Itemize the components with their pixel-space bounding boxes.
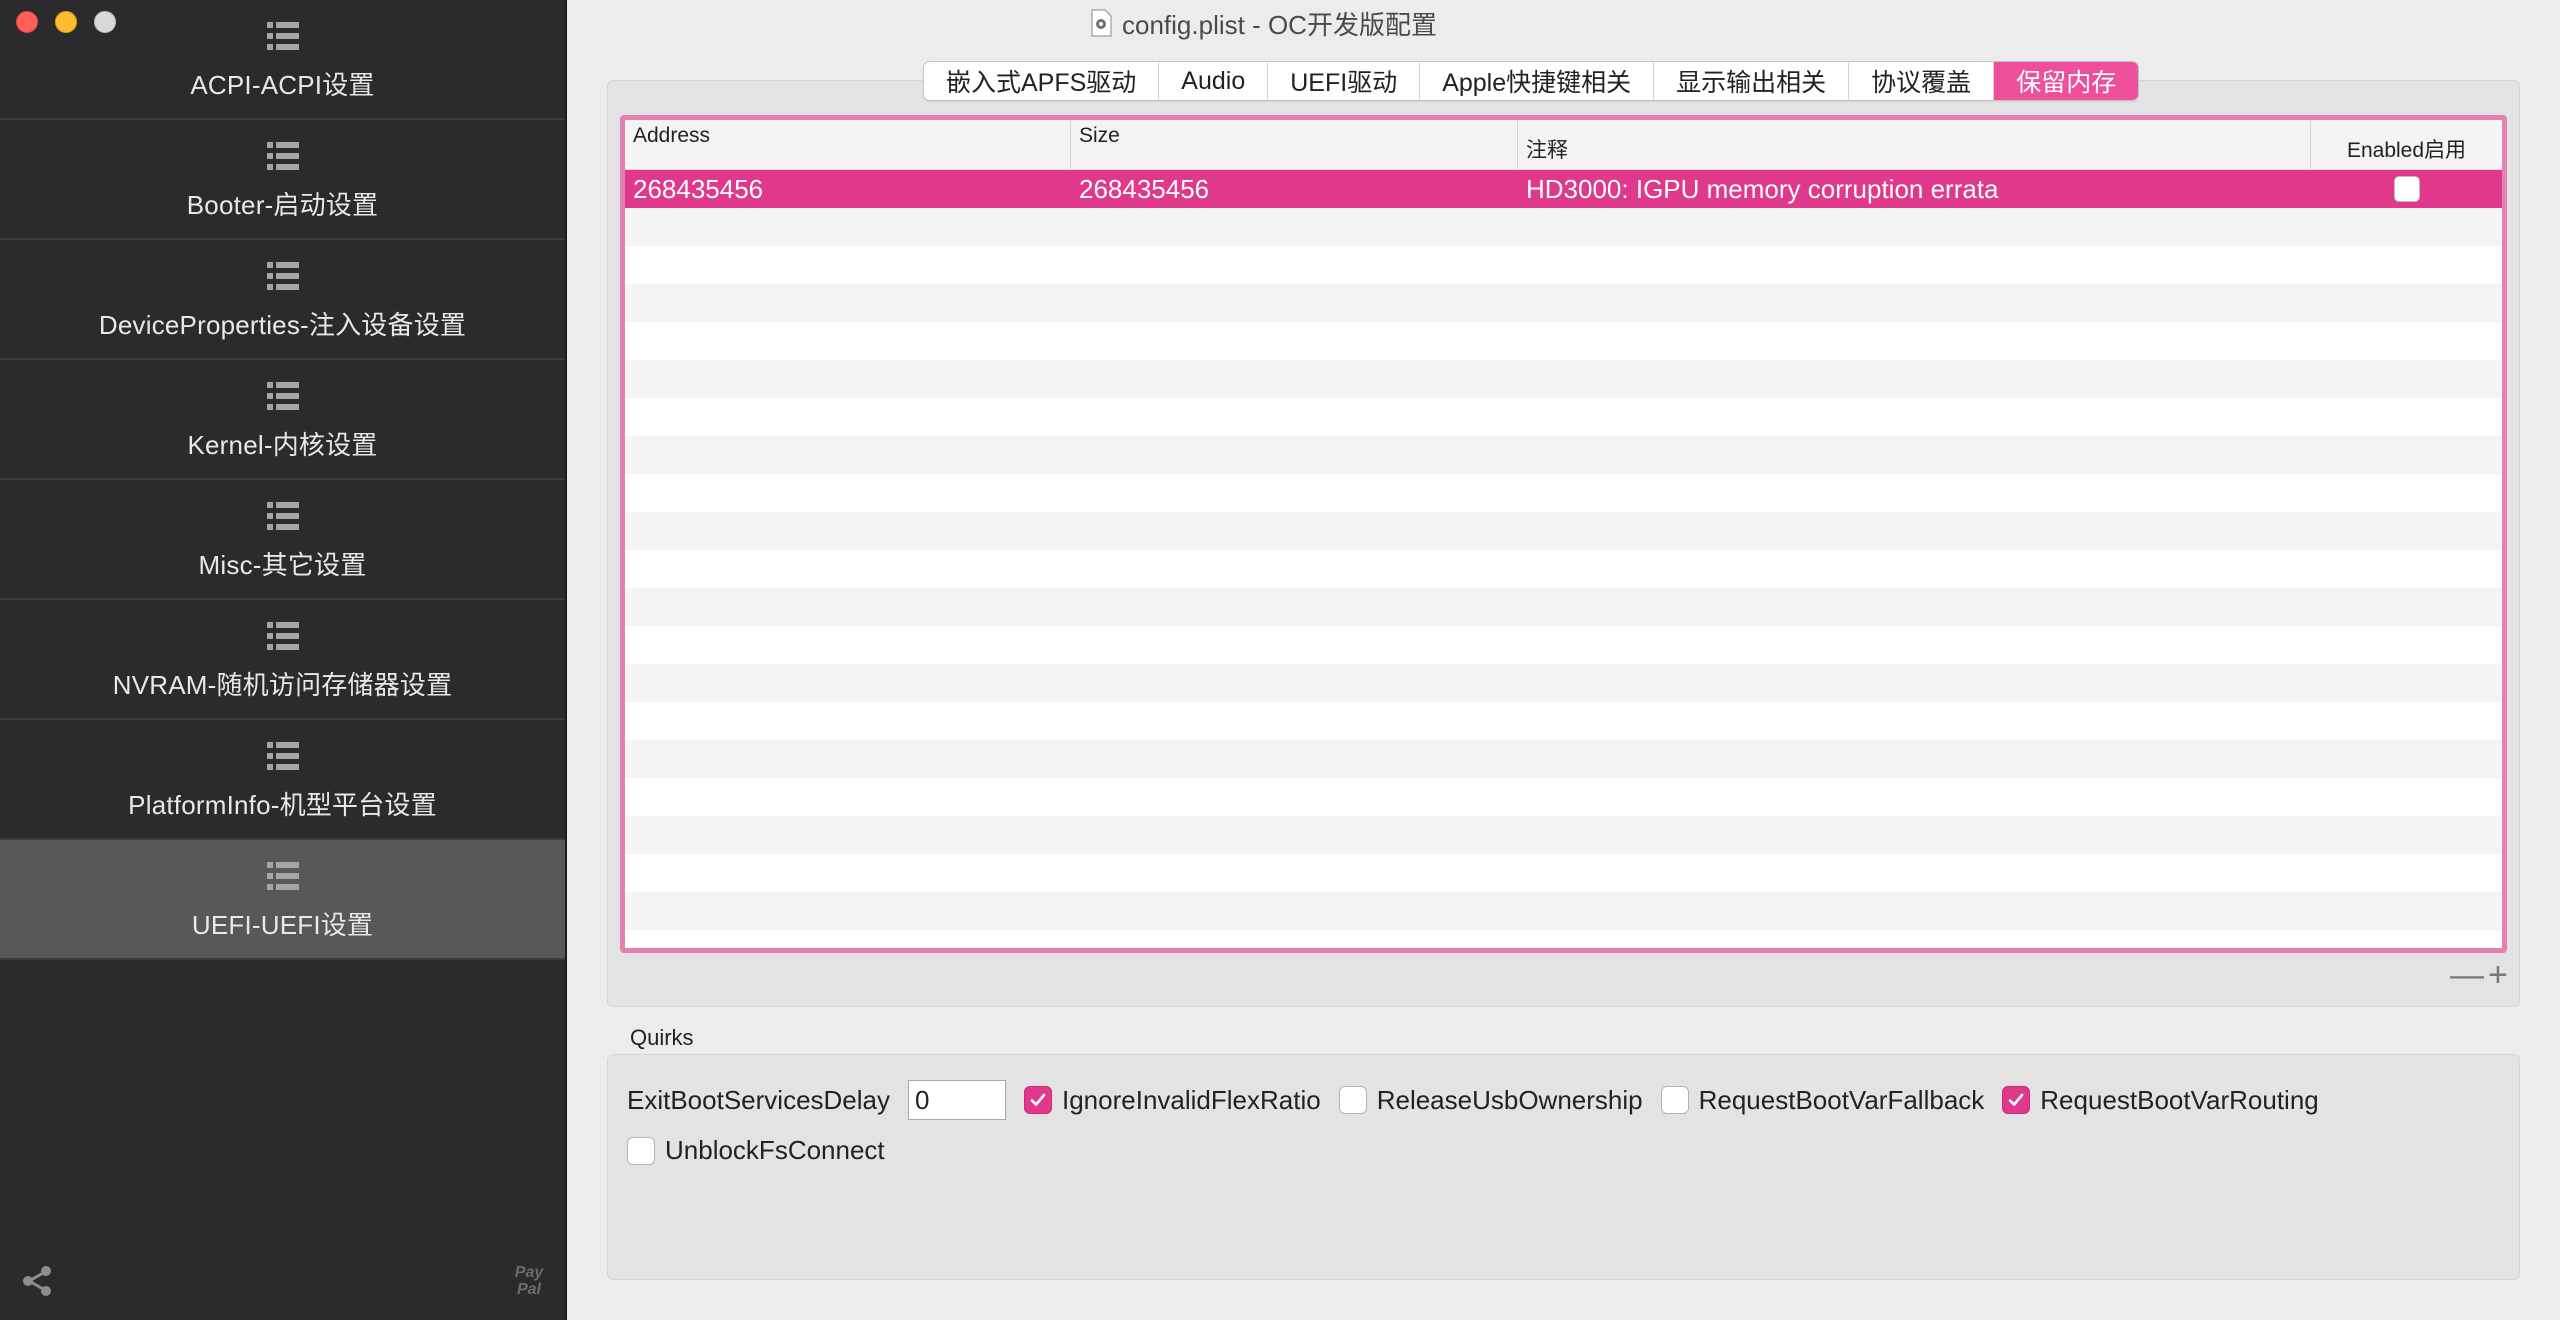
sidebar-item-kernel[interactable]: Kernel-内核设置: [0, 360, 565, 480]
empty-row: [625, 664, 2502, 702]
sidebar-item-label: Kernel-内核设置: [187, 430, 378, 460]
column-header-enabled[interactable]: Enabled启用: [2311, 120, 2502, 169]
tab-protocols[interactable]: 协议覆盖: [1849, 62, 1995, 100]
sidebar-item-booter[interactable]: Booter-启动设置: [0, 120, 565, 240]
list-icon: [266, 502, 299, 530]
close-window-button[interactable]: [16, 11, 38, 33]
window-title-text: config.plist - OC开发版配置: [1122, 9, 1437, 40]
empty-row: [625, 816, 2502, 854]
empty-row: [625, 512, 2502, 550]
request-boot-var-fallback-label: RequestBootVarFallback: [1698, 1084, 1985, 1115]
sidebar-item-label: PlatformInfo-机型平台设置: [128, 790, 437, 820]
empty-row: [625, 550, 2502, 588]
sidebar-item-label: Booter-启动设置: [186, 190, 379, 220]
tab-bar: 嵌入式APFS驱动 Audio UEFI驱动 Apple快捷键相关 显示输出相关…: [923, 61, 2140, 101]
list-icon: [266, 262, 299, 290]
sidebar-item-uefi[interactable]: UEFI-UEFI设置: [0, 840, 565, 960]
quirks-row-1: ExitBootServicesDelay IgnoreInvalidFlexR…: [627, 1080, 2319, 1120]
ignore-invalid-flex-ratio-label: IgnoreInvalidFlexRatio: [1062, 1084, 1321, 1115]
sidebar-item-platforminfo[interactable]: PlatformInfo-机型平台设置: [0, 720, 565, 840]
cell-address[interactable]: 268435456: [625, 170, 1071, 208]
empty-row: [625, 322, 2502, 360]
plist-file-icon: [1091, 9, 1112, 37]
quirks-row-2: UnblockFsConnect: [627, 1135, 885, 1166]
request-boot-var-routing-label: RequestBootVarRouting: [2040, 1084, 2319, 1115]
tab-uefi-drivers[interactable]: UEFI驱动: [1268, 62, 1421, 100]
ignore-invalid-flex-ratio-checkbox[interactable]: [1024, 1086, 1052, 1114]
table-row[interactable]: 268435456 268435456 HD3000: IGPU memory …: [625, 170, 2502, 208]
list-icon: [266, 22, 299, 50]
exit-boot-services-delay-label: ExitBootServicesDelay: [627, 1084, 890, 1115]
sidebar-item-label: Misc-其它设置: [198, 550, 367, 580]
empty-row: [625, 284, 2502, 322]
request-boot-var-fallback-checkbox[interactable]: [1660, 1086, 1689, 1114]
table-body: 268435456 268435456 HD3000: IGPU memory …: [625, 170, 2502, 930]
column-header-address[interactable]: Address: [625, 120, 1071, 169]
tab-output[interactable]: 显示输出相关: [1654, 62, 1850, 100]
empty-row: [625, 588, 2502, 626]
cell-enabled: [2311, 170, 2502, 208]
share-icon[interactable]: [20, 1264, 54, 1298]
empty-row: [625, 208, 2502, 246]
sidebar-nav: ACPI-ACPI设置 Booter-启动设置 DeviceProperties…: [0, 0, 565, 960]
minimize-window-button[interactable]: [55, 11, 77, 33]
empty-row: [625, 360, 2502, 398]
zoom-window-button[interactable]: [94, 11, 116, 33]
empty-row: [625, 702, 2502, 740]
empty-row: [625, 778, 2502, 816]
empty-row: [625, 474, 2502, 512]
add-row-button[interactable]: +: [2488, 958, 2508, 992]
quirks-title: Quirks: [630, 1025, 694, 1050]
window-controls: [16, 11, 116, 33]
sidebar-item-nvram[interactable]: NVRAM-随机访问存储器设置: [0, 600, 565, 720]
empty-row: [625, 436, 2502, 474]
column-header-comment[interactable]: 注释: [1518, 120, 2311, 169]
unblock-fs-connect-label: UnblockFsConnect: [665, 1135, 885, 1165]
sidebar-item-label: UEFI-UEFI设置: [191, 910, 374, 940]
table-row-controls: — +: [2450, 958, 2508, 992]
empty-row: [625, 398, 2502, 436]
empty-row: [625, 892, 2502, 930]
release-usb-ownership-label: ReleaseUsbOwnership: [1376, 1084, 1643, 1115]
tab-apple-input[interactable]: Apple快捷键相关: [1420, 62, 1655, 100]
table-header: Address Size 注释 Enabled启用: [625, 120, 2502, 170]
cell-comment[interactable]: HD3000: IGPU memory corruption errata: [1518, 170, 2311, 208]
empty-row: [625, 740, 2502, 778]
column-header-size[interactable]: Size: [1071, 120, 1518, 169]
tab-audio[interactable]: Audio: [1159, 62, 1269, 100]
enabled-checkbox[interactable]: [2393, 176, 2420, 202]
unblock-fs-connect-checkbox[interactable]: [627, 1136, 655, 1165]
tab-apfs[interactable]: 嵌入式APFS驱动: [924, 62, 1160, 100]
exit-boot-services-delay-input[interactable]: [908, 1080, 1006, 1120]
reserved-memory-table: Address Size 注释 Enabled启用 268435456 2684…: [620, 115, 2507, 953]
checkmark-icon: [2008, 1093, 2024, 1106]
list-icon: [266, 742, 299, 770]
tab-reserved-memory[interactable]: 保留内存: [1994, 62, 2139, 100]
remove-row-button[interactable]: —: [2450, 958, 2484, 992]
list-icon: [266, 382, 299, 410]
sidebar-item-deviceproperties[interactable]: DeviceProperties-注入设备设置: [0, 240, 565, 360]
request-boot-var-routing-checkbox[interactable]: [2002, 1086, 2031, 1114]
sidebar-item-misc[interactable]: Misc-其它设置: [0, 480, 565, 600]
cell-size[interactable]: 268435456: [1071, 170, 1518, 208]
list-icon: [266, 622, 299, 650]
sidebar-item-label: DeviceProperties-注入设备设置: [98, 310, 467, 340]
release-usb-ownership-checkbox[interactable]: [1338, 1086, 1367, 1114]
list-icon: [266, 142, 299, 170]
paypal-logo[interactable]: Pay Pal: [512, 1264, 546, 1298]
empty-row: [625, 626, 2502, 664]
sidebar: ACPI-ACPI设置 Booter-启动设置 DeviceProperties…: [0, 0, 567, 1320]
sidebar-item-label: ACPI-ACPI设置: [190, 70, 375, 100]
sidebar-item-label: NVRAM-随机访问存储器设置: [112, 670, 453, 700]
list-icon: [266, 862, 299, 890]
empty-row: [625, 854, 2502, 892]
window-title: config.plist - OC开发版配置: [1090, 6, 1437, 40]
empty-row: [625, 246, 2502, 284]
checkmark-icon: [1030, 1093, 1046, 1106]
